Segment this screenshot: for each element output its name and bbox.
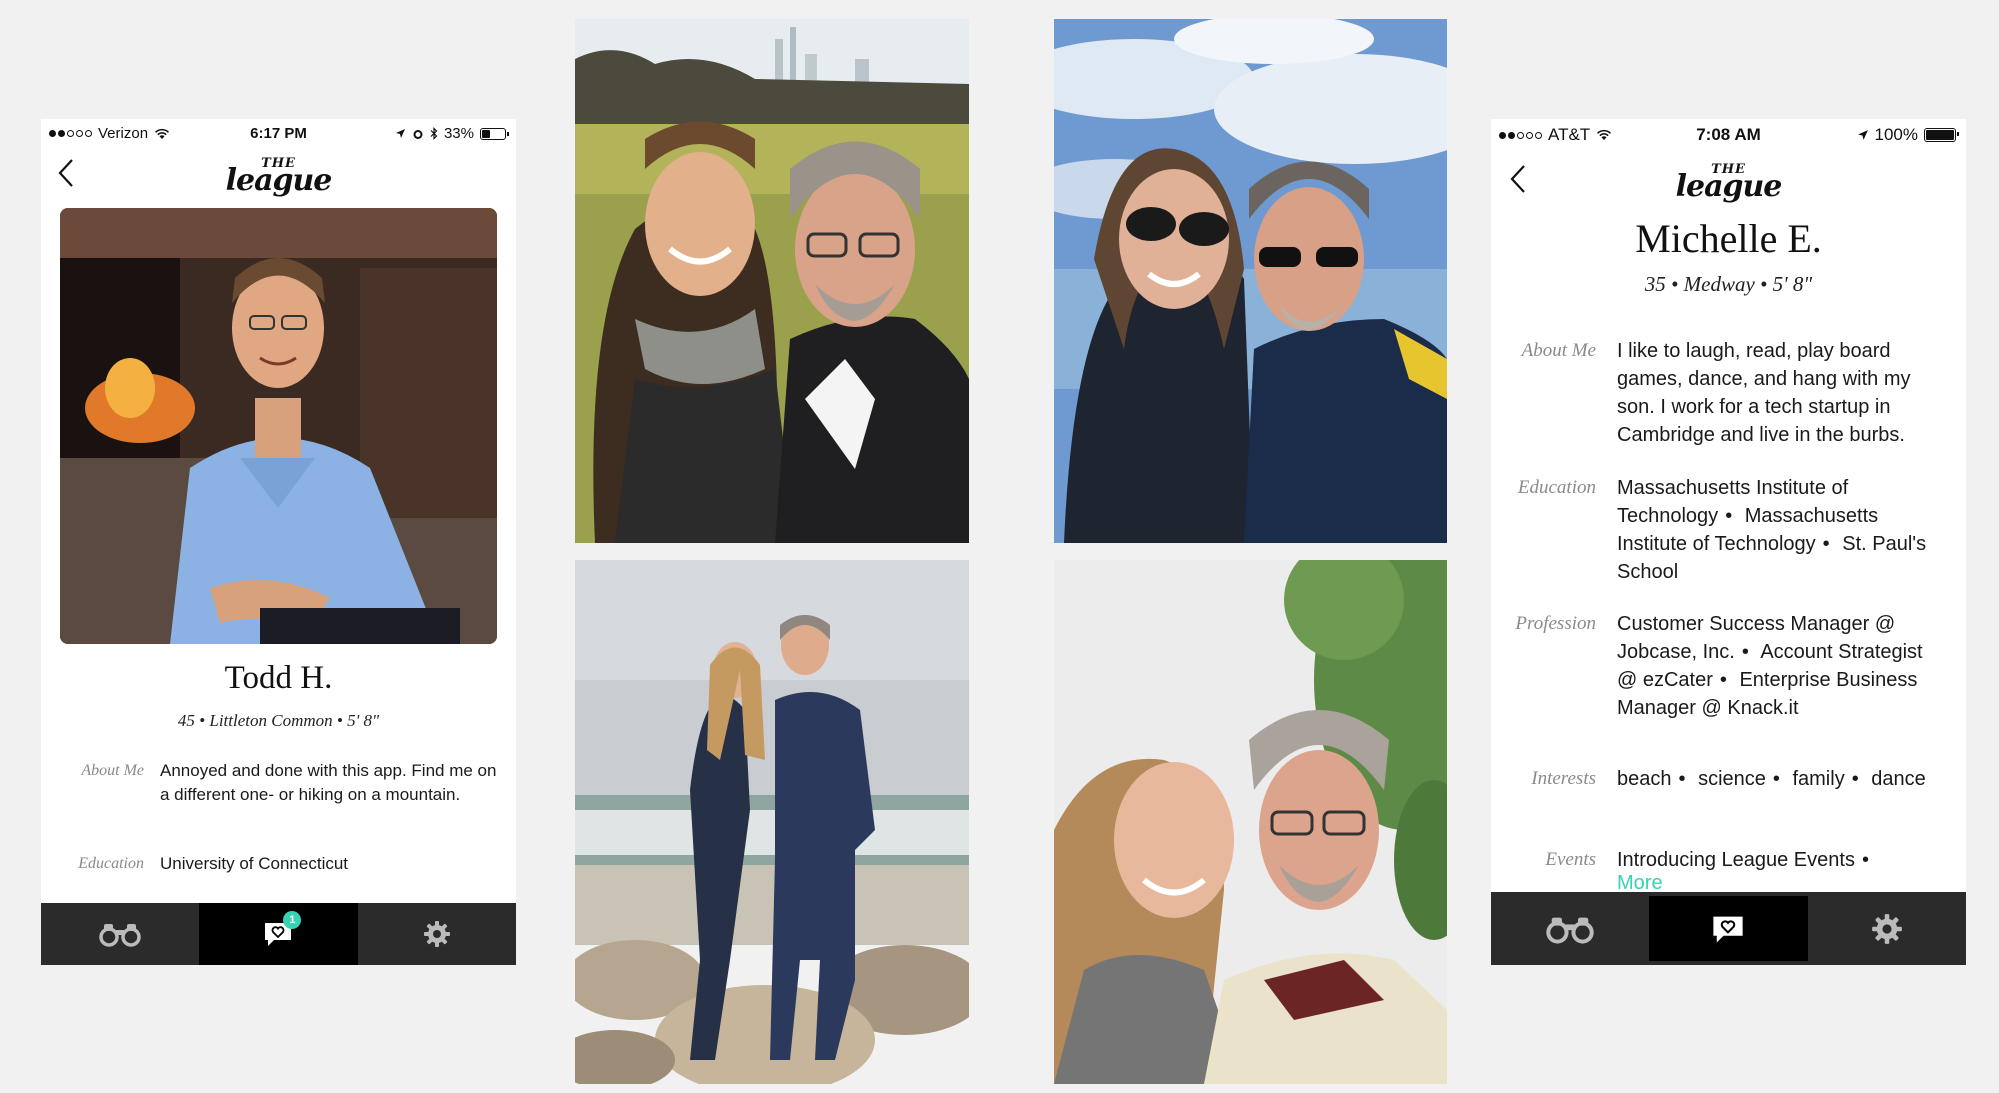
detail-item: dance (1871, 768, 1926, 790)
battery-icon (480, 127, 509, 140)
detail-item: science (1698, 768, 1766, 790)
chat-heart-icon (1713, 916, 1744, 942)
detail-value: beach • science • family • dance (1617, 765, 1942, 793)
detail-value: I like to laugh, read, play board games,… (1617, 337, 1942, 449)
detail-item: I like to laugh, read, play board games,… (1617, 340, 1911, 446)
detail-value: Massachusetts Institute of Technology • M… (1617, 474, 1942, 586)
tab-discover[interactable] (41, 903, 199, 965)
couple-photo-beach (575, 560, 969, 1084)
profile-subline: 35 • Medway • 5' 8" (1644, 272, 1813, 296)
detail-item: beach (1617, 768, 1672, 790)
gear-icon (423, 921, 450, 947)
right-profile-screen: AT&T 7:08 AM 100% THE league Michelle E.… (1491, 119, 1966, 965)
education-row: Education University of Connecticut (56, 852, 506, 876)
profile-photo[interactable] (60, 208, 497, 644)
tab-bar (1491, 892, 1966, 965)
detail-row: Interests beach • science • family • dance (1491, 765, 1966, 793)
detail-row: Events Introducing League Events • (1491, 846, 1966, 874)
detail-label: Education (1517, 477, 1596, 498)
about-label: About Me (81, 762, 144, 779)
gear-icon (1871, 913, 1902, 944)
detail-item: Introducing League Events (1617, 849, 1855, 871)
couple-photo-sunglasses (1054, 19, 1447, 543)
tab-settings[interactable] (1808, 892, 1966, 965)
status-bar: AT&T 7:08 AM 100% (1491, 119, 1966, 147)
bullet-separator: • (1678, 768, 1686, 790)
about-row: About Me Annoyed and done with this app.… (56, 759, 506, 807)
bullet-separator: • (1725, 505, 1733, 527)
bluetooth-icon (430, 127, 438, 140)
battery-percent: 100% (1874, 125, 1918, 144)
battery-icon (1924, 128, 1959, 142)
location-arrow-icon (395, 129, 405, 138)
detail-row: Profession Customer Success Manager @ Job… (1491, 610, 1966, 722)
location-arrow-icon (1857, 130, 1868, 140)
left-profile-screen: Verizon 6:17 PM 33% THE league Todd H. 4… (41, 119, 516, 965)
detail-label: Interests (1531, 768, 1596, 789)
unread-badge: 1 (283, 911, 302, 929)
alarm-icon (413, 129, 423, 139)
couple-photo-park (575, 19, 969, 543)
couple-photo-selfie (1054, 560, 1447, 1084)
profile-name: Michelle E. (1635, 216, 1822, 261)
detail-value: Customer Success Manager @ Jobcase, Inc.… (1617, 610, 1942, 722)
tab-messages[interactable]: 1 (199, 903, 358, 965)
binoculars-icon (1546, 917, 1594, 944)
education-value: University of Connecticut (160, 854, 349, 873)
detail-item: family (1792, 768, 1845, 790)
league-logo: THE league (1675, 162, 1783, 204)
league-logo: THE league (225, 156, 333, 198)
tab-bar: 1 (41, 903, 516, 965)
detail-row: Education Massachusetts Institute of Tech… (1491, 474, 1966, 586)
bullet-separator: • (1719, 669, 1727, 691)
tab-discover[interactable] (1491, 892, 1649, 965)
education-label: Education (78, 855, 144, 872)
status-bar: Verizon 6:17 PM 33% (41, 119, 516, 147)
detail-label: Profession (1515, 613, 1596, 634)
detail-label: About Me (1521, 340, 1596, 361)
detail-row: About Me I like to laugh, read, play boar… (1491, 337, 1966, 449)
battery-percent: 33% (443, 125, 474, 142)
detail-value: Introducing League Events • (1617, 846, 1942, 874)
profile-subline: 45 • Littleton Common • 5' 8" (177, 711, 380, 730)
bullet-separator: • (1822, 533, 1830, 555)
bullet-separator: • (1861, 849, 1869, 871)
bullet-separator: • (1772, 768, 1780, 790)
tab-messages[interactable] (1649, 896, 1808, 961)
detail-label: Events (1545, 849, 1596, 870)
bullet-separator: • (1851, 768, 1859, 790)
tab-settings[interactable] (358, 903, 516, 965)
binoculars-icon (99, 924, 141, 947)
profile-name: Todd H. (224, 660, 333, 696)
bullet-separator: • (1741, 641, 1749, 663)
about-value: Annoyed and done with this app. Find me … (160, 761, 497, 804)
